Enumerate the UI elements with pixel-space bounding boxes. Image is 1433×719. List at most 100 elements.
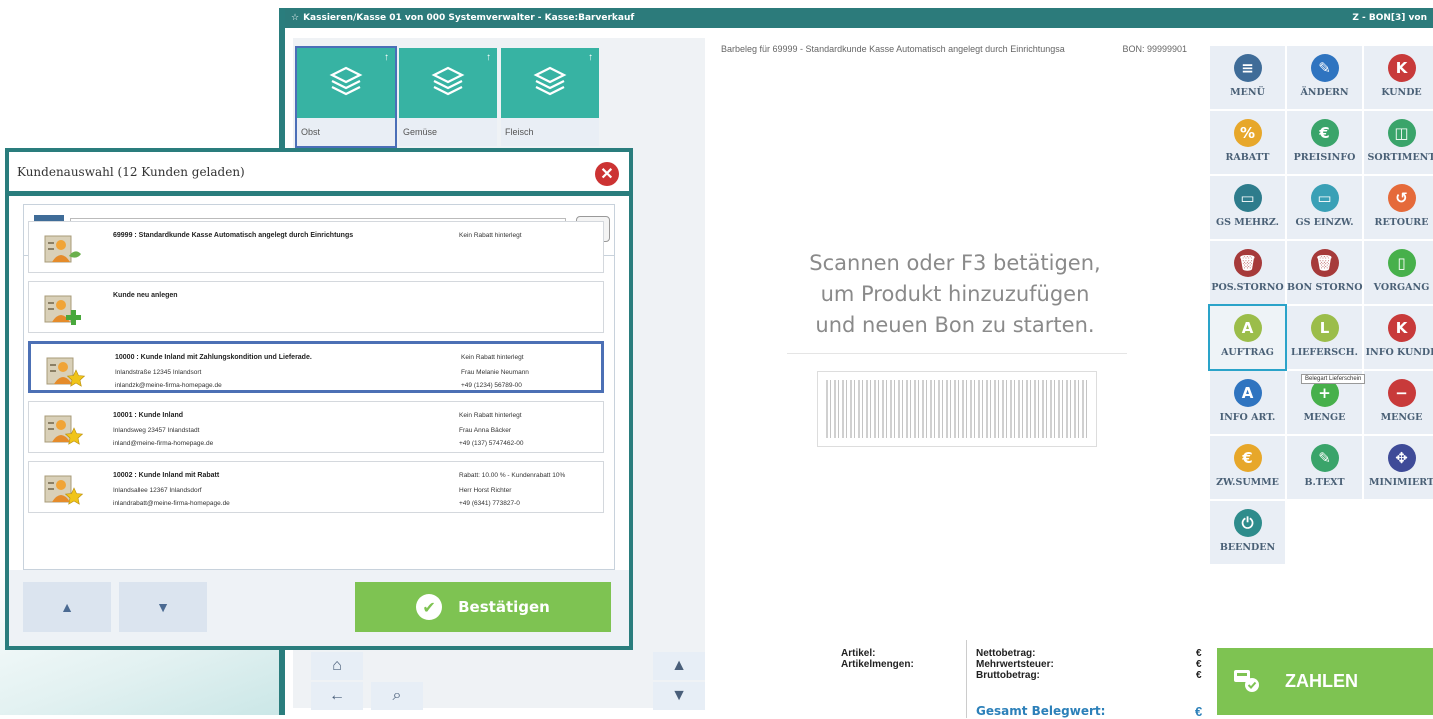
close-button[interactable]: ✕ [595,162,619,186]
window-title-right: Z - BON[3] von [1352,13,1427,23]
function-button-sortiment[interactable]: ◫ SORTIMENT [1364,111,1433,174]
receipt-header: Barbeleg für 69999 - Standardkunde Kasse… [721,44,1201,54]
function-label: PREISINFO [1293,152,1356,163]
close-icon: ✕ [600,166,614,183]
function-button-auftrag[interactable]: A AUFTRAG [1208,304,1287,371]
customer-email: inland@meine-firma-homepage.de [113,440,214,447]
bon-number: BON: 99999901 [1122,44,1187,54]
customer-address: Inlandsweg 23457 Inlandstadt [113,427,200,434]
trash-icon: 🗑 [1233,249,1262,277]
function-button-info-kunde[interactable]: K INFO KUNDE [1364,306,1433,369]
function-button-menü[interactable]: ≡ MENÜ [1210,46,1285,109]
function-label: MENGE [1303,412,1346,423]
customer-row[interactable]: 10001 : Kunde Inland Inlandsweg 23457 Inl… [28,401,604,453]
chevron-up-icon: ▲ [60,599,74,615]
order-icon: A [1233,314,1262,342]
scroll-down-button[interactable]: ▼ [653,682,705,710]
dialog-title: Kundenauswahl (12 Kunden geladen) [9,152,629,196]
list-down-button[interactable]: ▼ [119,582,207,632]
gesamt-label: Gesamt Belegwert: [976,704,1106,718]
customer-info-icon: K [1387,314,1416,342]
confirm-button[interactable]: ✔ Bestätigen [355,582,611,632]
function-button-minimiert[interactable]: ✥ MINIMIERT [1364,436,1433,499]
function-button-preisinfo[interactable]: € PREISINFO [1287,111,1362,174]
customer-avatar-icon [43,230,85,266]
function-button-retoure[interactable]: ↺ RETOURE [1364,176,1433,239]
confirm-label: Bestätigen [458,598,550,616]
function-label: RETOURE [1374,217,1429,228]
function-button-bon-storno[interactable]: 🗑 BON STORNO [1287,241,1363,304]
function-button-vorgang[interactable]: ▯ VORGANG [1364,241,1433,304]
customer-discount: Rabatt: 10.00 % - Kundenrabatt 10% [459,472,566,479]
function-button-b-text[interactable]: ✎ B.TEXT [1287,436,1362,499]
function-grid: ≡ MENÜ ✎ ÄNDERN K KUNDE% RABATT € PREISINFO ◫ SORT… [1208,46,1433,646]
category-tile[interactable]: ↑ Fleisch [501,48,599,146]
home-button[interactable]: ⌂ [311,652,363,680]
function-button-ändern[interactable]: ✎ ÄNDERN [1287,46,1362,109]
search-icon: ⌕ [392,687,402,704]
back-button[interactable]: ← [311,682,363,710]
customer-name: 10002 : Kunde Inland mit Rabatt [113,472,220,479]
delivery-note-icon: L [1310,314,1339,342]
customer-row[interactable]: 10002 : Kunde Inland mit Rabatt Inlandsal… [28,461,604,513]
customer-row[interactable]: 69999 : Standardkunde Kasse Automatisch … [28,221,604,273]
artikel-label: Artikel: [841,648,876,659]
pencil-icon: ✎ [1310,54,1339,82]
scan-message-line: um Produkt hinzuzufügen [820,282,1090,306]
barcode-area[interactable] [817,371,1097,447]
customer-contact: Herr Horst Richter [459,487,512,494]
minimize-icon: ✥ [1387,444,1416,472]
list-up-button[interactable]: ▲ [23,582,111,632]
divider [787,353,1127,354]
customer-email: inlandzk@meine-firma-homepage.de [115,382,222,389]
layers-icon [329,64,363,103]
function-button-gs-mehrz[interactable]: ▭ GS MEHRZ. [1210,176,1285,239]
customer-dialog: Kundenauswahl (12 Kunden geladen) ✕ 6999… [5,148,633,650]
function-button-pos-storno[interactable]: 🗑 POS.STORNO [1210,241,1285,304]
function-button-zw-summe[interactable]: € ZW.SUMME [1210,436,1285,499]
window-titlebar: ☆ Kassieren/Kasse 01 von 000 Systemverwa… [285,8,1433,28]
category-tile[interactable]: ↑ Obst [295,46,397,148]
customer-phone: +49 (6341) 773827-0 [459,500,520,507]
netto-currency: € [1196,648,1202,659]
category-tile-top: ↑ [297,48,395,118]
category-search-button[interactable]: ⌕ [371,682,423,710]
pay-button[interactable]: ZAHLEN [1217,648,1433,715]
scroll-up-button[interactable]: ▲ [653,652,705,680]
category-label: Gemüse [399,118,497,146]
function-label: GS MEHRZ. [1216,217,1279,228]
category-tile[interactable]: ↑ Gemüse [399,48,497,146]
function-label: GS EINZW. [1295,217,1354,228]
new-customer-row[interactable]: Kunde neu anlegen [28,281,604,333]
subtotal-icon: € [1233,444,1262,472]
category-tile-top: ↑ [399,48,497,118]
customer-avatar-icon [43,470,85,506]
receipt-customer: Barbeleg für 69999 - Standardkunde Kasse… [721,44,1065,54]
tooltip: Belegart Lieferschein [1301,374,1366,384]
chevron-up-icon: ▲ [671,657,687,674]
category-label: Fleisch [501,118,599,146]
voucher-single-icon: ▭ [1310,184,1339,212]
function-button-liefersch[interactable]: L LIEFERSCH. [1287,306,1362,369]
customer-icon: K [1387,54,1416,82]
customer-name: 10000 : Kunde Inland mit Zahlungskonditi… [115,354,312,361]
customer-address: Inlandstraße 12345 Inlandsort [115,369,202,376]
assortment-icon: ◫ [1387,119,1416,147]
customer-row[interactable]: 10000 : Kunde Inland mit Zahlungskonditi… [28,341,604,393]
category-tile-top: ↑ [501,48,599,118]
function-button-info-art[interactable]: A INFO ART. [1210,371,1285,434]
function-button-gs-einzw[interactable]: ▭ GS EINZW. [1287,176,1362,239]
totals-divider [966,640,967,718]
function-button-beenden[interactable]: ⏻ BEENDEN [1210,501,1285,564]
function-button-rabatt[interactable]: % RABATT [1210,111,1285,174]
function-button-menge[interactable]: − MENGE [1364,371,1433,434]
function-label: AUFTRAG [1221,347,1274,358]
mwst-currency: € [1196,659,1202,670]
function-button-kunde[interactable]: K KUNDE [1364,46,1433,109]
mwst-label: Mehrwertsteuer: [976,659,1054,670]
function-label: MENÜ [1230,87,1265,98]
function-label: KUNDE [1381,87,1422,98]
scan-message-line: und neuen Bon zu starten. [815,313,1095,337]
arrow-up-icon: ↑ [384,52,389,63]
document-icon: ▯ [1387,249,1416,277]
